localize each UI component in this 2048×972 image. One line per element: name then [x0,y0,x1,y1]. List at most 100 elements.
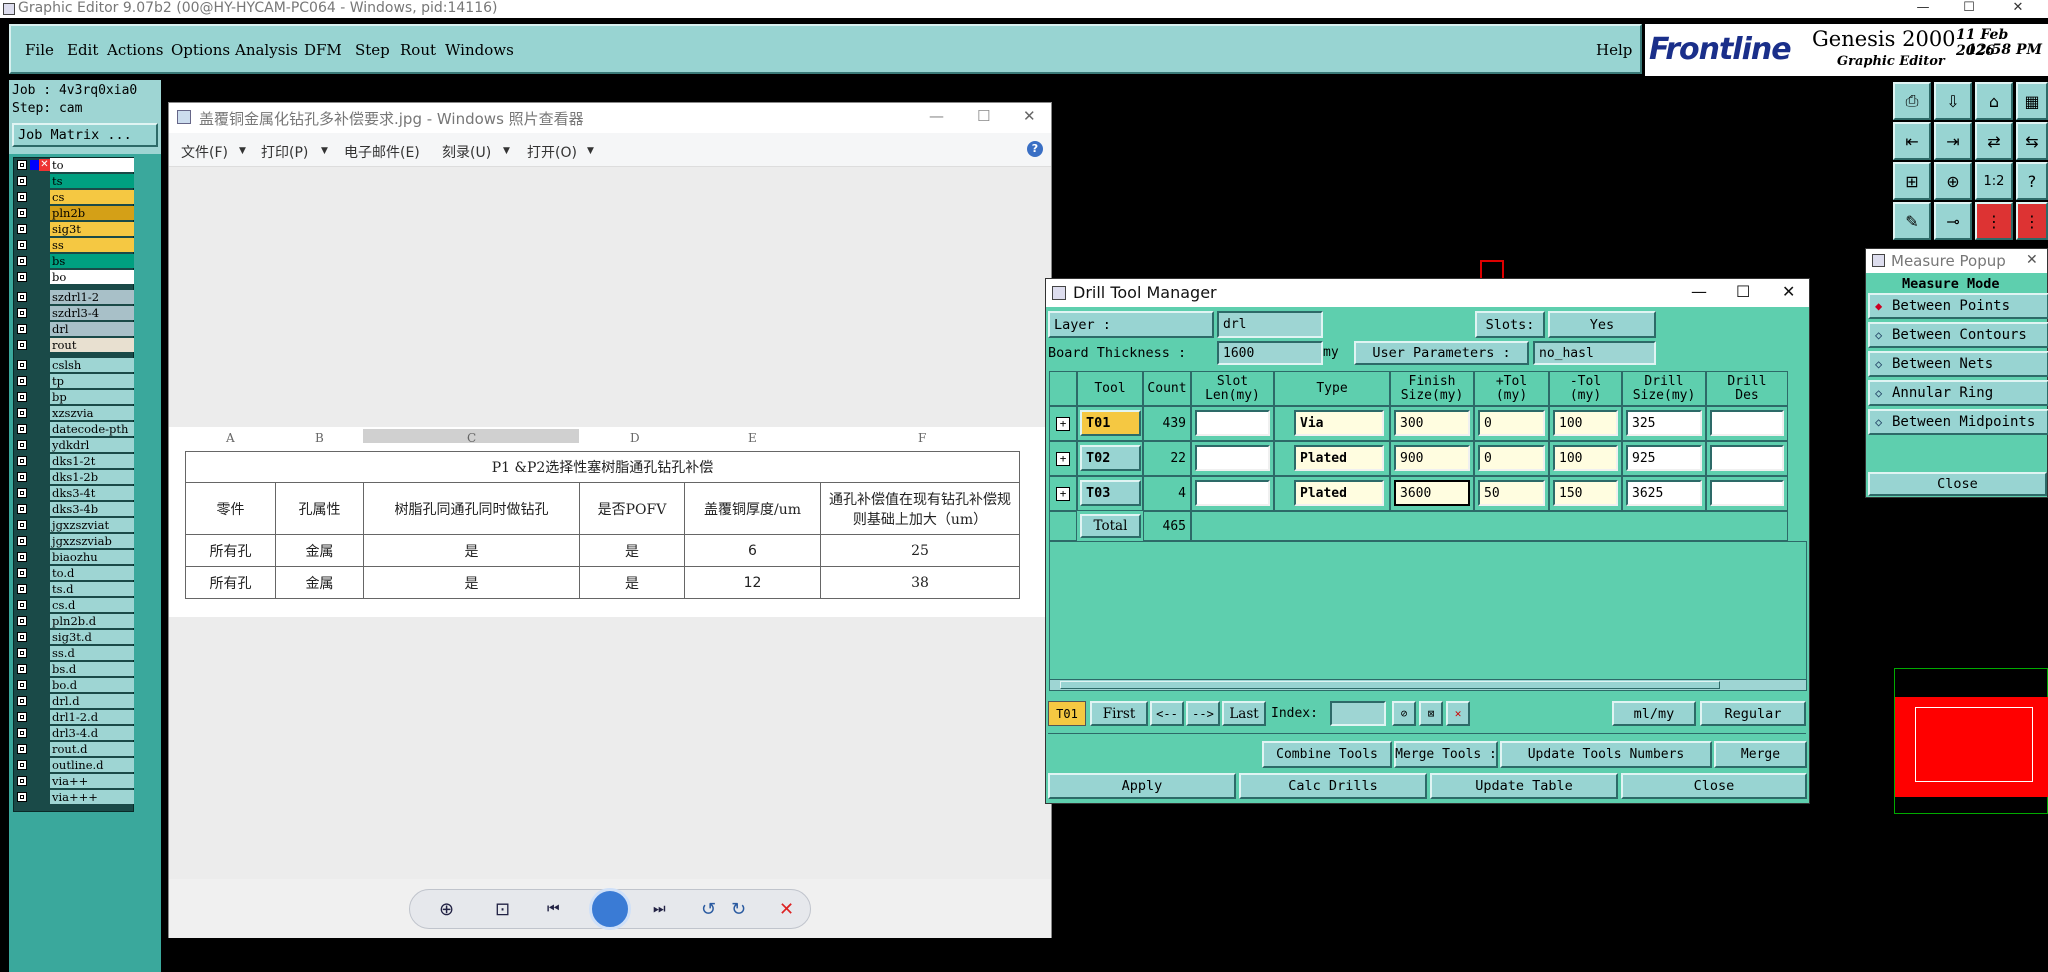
layer-checkbox[interactable] [17,696,27,706]
layer-row[interactable]: drl1-2.d [14,710,135,724]
layer-row[interactable]: jgxzszviab [14,534,135,548]
layer-checkbox[interactable] [17,616,27,626]
prev-button[interactable]: <-- [1150,701,1184,726]
layer-checkbox[interactable] [17,568,27,578]
layer-checkbox[interactable] [17,664,27,674]
calc-drills-button[interactable]: Calc Drills [1239,773,1427,799]
toolbar-btn-6[interactable]: ⇥ [1934,122,1972,160]
layer-checkbox[interactable] [17,744,27,754]
menu-rout[interactable]: Rout [400,41,436,59]
drill-input[interactable]: 325 [1626,410,1702,436]
measure-close-button[interactable]: Close [1868,472,2047,496]
layer-checkbox[interactable] [17,408,27,418]
layer-checkbox[interactable] [17,256,27,266]
layer-checkbox[interactable] [17,440,27,450]
layer-row[interactable]: to.d [14,566,135,580]
layer-row[interactable]: via+++ [14,790,135,804]
menu-help[interactable]: Help [1596,41,1632,59]
close-button[interactable]: Close [1621,773,1807,799]
layer-row[interactable]: drl3-4.d [14,726,135,740]
menu-step[interactable]: Step [355,41,390,59]
layer-checkbox[interactable] [17,160,27,170]
close-button[interactable]: ✕ [1995,0,2041,18]
layer-row[interactable]: cs [14,190,135,204]
user-params-input[interactable]: no_hasl [1533,341,1656,365]
type-dropdown[interactable]: Plated [1294,480,1384,506]
layer-row[interactable]: bo.d [14,678,135,692]
layer-checkbox[interactable] [17,536,27,546]
layer-row[interactable]: sig3t.d [14,630,135,644]
layer-checkbox[interactable] [17,208,27,218]
layer-row[interactable]: outline.d [14,758,135,772]
layer-checkbox[interactable] [17,712,27,722]
layer-checkbox[interactable] [17,392,27,402]
update-numbers-dropdown[interactable]: Update Tools Numbers [1500,741,1712,768]
layer-checkbox[interactable] [17,792,27,802]
menu-options[interactable]: Options [171,41,230,59]
row-expand-icon[interactable]: + [1049,406,1077,441]
first-button[interactable]: First [1090,701,1148,726]
layer-checkbox[interactable] [17,176,27,186]
layer-row[interactable]: pln2b [14,206,135,220]
previous-icon[interactable]: ⏮ [547,901,560,917]
layer-row[interactable]: ts [14,174,135,188]
next-icon[interactable]: ⏭ [653,901,666,917]
measure-option[interactable]: ◇ Between Contours [1868,322,2048,348]
combine-tools-button[interactable]: Combine Tools [1262,741,1392,768]
layer-checkbox[interactable] [17,240,27,250]
toolbar-btn-16[interactable]: ⋮ [2016,202,2048,240]
finish-input[interactable]: 3600 [1394,480,1470,506]
toolbar-btn-3[interactable]: ⌂ [1975,82,2013,120]
menu-dfm[interactable]: DFM [304,41,342,59]
rotate-right-icon[interactable]: ↻ [731,899,746,920]
toolbar-btn-15[interactable]: ⋮ [1975,202,2013,240]
pv-menu-open[interactable]: 打开(O) [527,142,577,162]
update-table-button[interactable]: Update Table [1430,773,1618,799]
layer-row[interactable]: jgxzszviat [14,518,135,532]
layer-checkbox[interactable] [17,520,27,530]
help-icon[interactable]: ? [1027,141,1043,157]
scrollbar-thumb[interactable] [1060,681,1720,689]
pv-menu-file[interactable]: 文件(F) [181,142,228,162]
layer-row[interactable]: cslsh [14,358,135,372]
type-dropdown[interactable]: Plated [1294,445,1384,471]
measure-option[interactable]: ◇ Between Nets [1868,351,2048,377]
layer-checkbox[interactable] [17,776,27,786]
search-icon[interactable]: ⊘ [1392,701,1416,726]
layer-row[interactable]: bp [14,390,135,404]
layer-checkbox[interactable] [17,340,27,350]
layer-checkbox[interactable] [17,472,27,482]
toolbar-btn-9[interactable]: ⊞ [1893,162,1931,200]
toolbar-btn-14[interactable]: ⊸ [1934,202,1972,240]
menu-analysis[interactable]: Analysis [235,41,298,59]
finish-input[interactable]: 300 [1394,410,1470,436]
row-expand-icon[interactable]: + [1049,476,1077,511]
ptol-input[interactable]: 50 [1478,480,1545,506]
drill-input[interactable]: 3625 [1626,480,1702,506]
layer-checkbox[interactable] [17,600,27,610]
layer-row[interactable]: bo [14,270,135,284]
layer-checkbox[interactable] [17,584,27,594]
toolbar-btn-13[interactable]: ✎ [1893,202,1931,240]
layer-row[interactable]: ss [14,238,135,252]
menu-edit[interactable]: Edit [67,41,98,59]
layer-checkbox[interactable] [17,308,27,318]
layer-row[interactable]: bs [14,254,135,268]
layer-checkbox[interactable] [17,456,27,466]
layer-row[interactable]: sig3t [14,222,135,236]
layer-checkbox[interactable] [17,552,27,562]
delete-icon[interactable]: ✕ [779,899,794,920]
dtm-minimize-button[interactable]: — [1691,282,1707,301]
filter-icon[interactable]: ⊠ [1419,701,1443,726]
layer-checkbox[interactable] [17,680,27,690]
layer-row[interactable]: via++ [14,774,135,788]
layer-row[interactable]: ss.d [14,646,135,660]
layer-row[interactable]: dks3-4b [14,502,135,516]
measure-option[interactable]: ◇ Between Midpoints [1868,409,2048,435]
layer-row[interactable]: szdrl1-2 [14,290,135,304]
toolbar-btn-10[interactable]: ⊕ [1934,162,1972,200]
layer-checkbox[interactable] [17,192,27,202]
ntol-input[interactable]: 100 [1553,410,1618,436]
clear-icon[interactable]: ✕ [1446,701,1470,726]
layer-row[interactable]: drl.d [14,694,135,708]
